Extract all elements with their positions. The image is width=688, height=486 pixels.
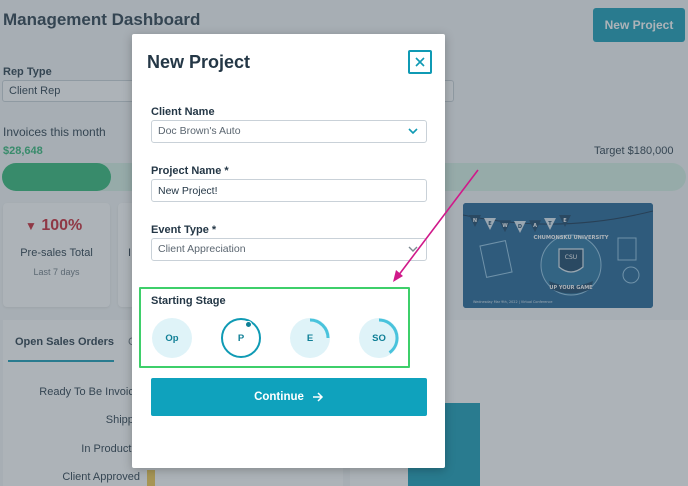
starting-stage-section: Starting Stage Op P E SO (139, 287, 410, 368)
stage-code: SO (372, 332, 386, 344)
project-name-input[interactable] (151, 179, 427, 202)
client-name-value: Doc Brown's Auto (158, 125, 241, 137)
event-type-value: Client Appreciation (158, 243, 246, 255)
event-type-label: Event Type * (151, 224, 217, 236)
stage-code: Op (165, 332, 179, 344)
event-type-select[interactable]: Client Appreciation (151, 238, 427, 261)
stage-option[interactable]: P (221, 318, 261, 358)
close-icon (415, 57, 425, 67)
project-name-label: Project Name * (151, 165, 229, 177)
continue-button[interactable]: Continue (151, 378, 427, 416)
stage-option[interactable]: Op (152, 318, 192, 358)
chevron-down-icon (408, 128, 418, 135)
selected-dot-icon (245, 321, 252, 328)
modal-title: New Project (147, 52, 251, 72)
close-button[interactable] (408, 50, 432, 74)
arrow-right-icon (312, 392, 323, 402)
stage-code: P (237, 332, 245, 344)
starting-stage-label: Starting Stage (151, 295, 226, 307)
stage-option[interactable]: SO (359, 318, 399, 358)
chevron-down-icon (408, 246, 418, 252)
continue-label: Continue (254, 391, 304, 403)
stage-option[interactable]: E (290, 318, 330, 358)
client-name-select[interactable]: Doc Brown's Auto (151, 120, 427, 143)
new-project-modal: New Project Client Name Doc Brown's Auto… (132, 34, 445, 468)
client-name-label: Client Name (151, 106, 215, 118)
stage-code: E (306, 332, 314, 344)
